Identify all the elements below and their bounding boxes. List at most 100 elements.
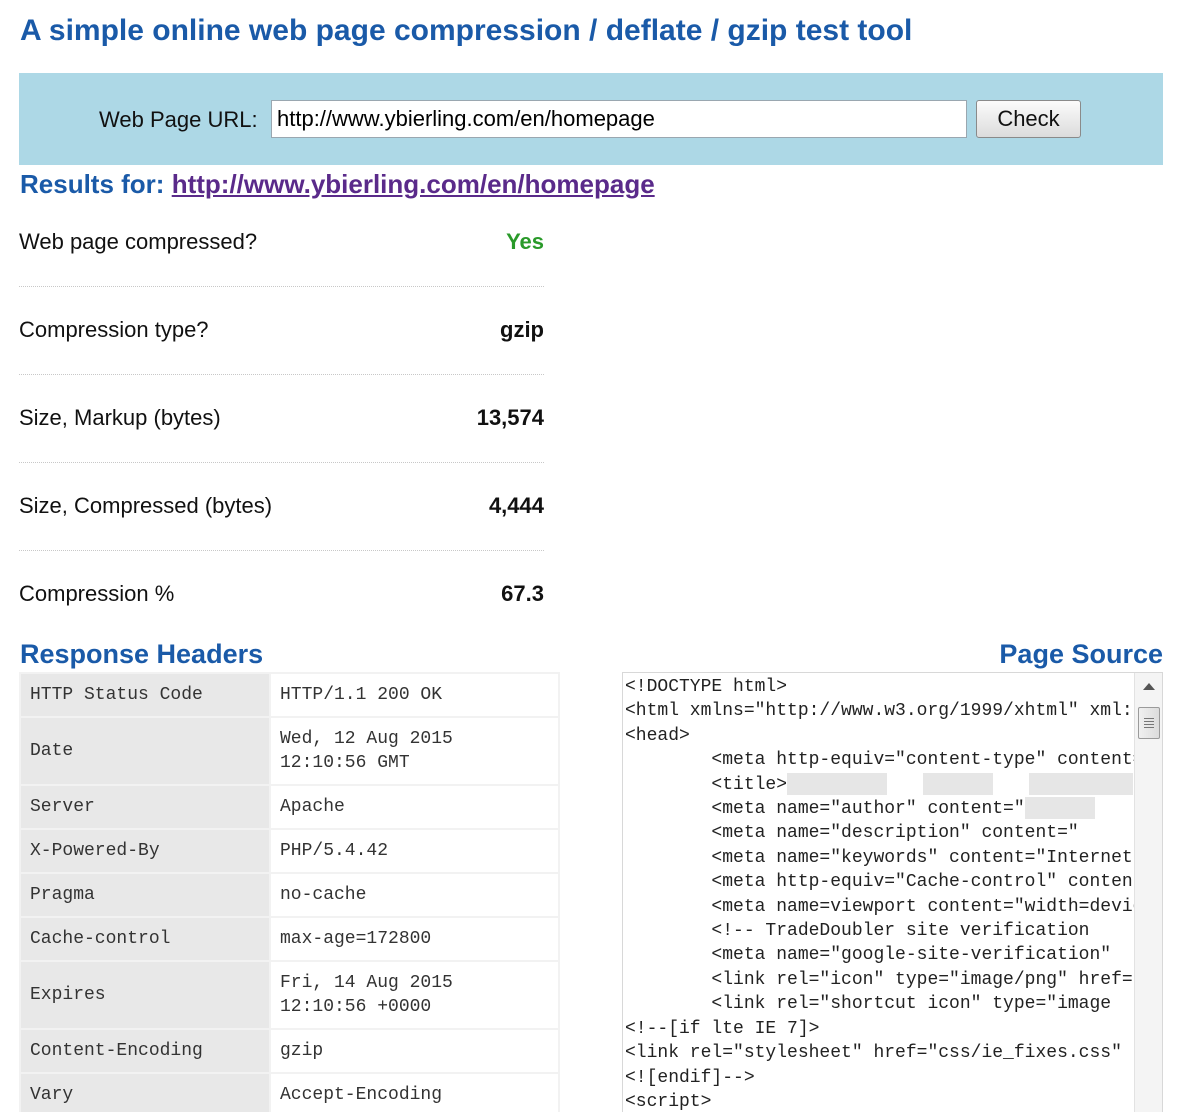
page-source-heading: Page Source <box>999 639 1163 669</box>
results-prefix: Results for: <box>20 169 165 199</box>
header-value: HTTP/1.1 200 OK <box>269 672 560 718</box>
source-line: <meta http-equiv="content-type" content=… <box>625 748 1135 772</box>
source-line: <!-- TradeDoubler site verification <box>625 919 1135 943</box>
header-value: no-cache <box>269 872 560 918</box>
redacted-block <box>787 772 888 795</box>
header-key: X-Powered-By <box>19 828 271 874</box>
header-key: Expires <box>19 960 271 1030</box>
results-url-link[interactable]: http://www.ybierling.com/en/homepage <box>172 169 655 199</box>
header-key: Date <box>19 716 271 786</box>
stat-value: gzip <box>500 317 544 342</box>
vertical-scrollbar[interactable] <box>1134 673 1162 1112</box>
source-line: <link rel="shortcut icon" type="image <box>625 992 1135 1016</box>
source-line: <!--[if lte IE 7]> <box>625 1017 1135 1041</box>
stat-label: Web page compressed? <box>19 229 258 254</box>
header-row: Server Apache <box>19 784 560 830</box>
source-line-text: <head> <box>625 725 690 746</box>
page-title: A simple online web page compression / d… <box>20 14 913 47</box>
url-form: Web Page URL: Check <box>19 73 1163 165</box>
header-row: X-Powered-By PHP/5.4.42 <box>19 828 560 874</box>
stat-label: Size, Markup (bytes) <box>19 405 221 430</box>
stat-row: Web page compressed? Yes <box>19 199 544 287</box>
stat-row: Size, Markup (bytes) 13,574 <box>19 375 544 463</box>
page-source-text[interactable]: <!DOCTYPE html> <html xmlns="http://www.w… <box>625 675 1135 1112</box>
scroll-up-arrow-icon[interactable] <box>1143 683 1155 690</box>
source-line-text: <link rel="icon" type="image/png" href= <box>625 969 1133 990</box>
source-line-text: <meta name="keywords" content="Internet <box>625 847 1133 868</box>
source-line-text: <link rel="stylesheet" href="css/ie_fixe… <box>625 1043 1122 1064</box>
stat-row: Compression type? gzip <box>19 287 544 375</box>
check-button[interactable]: Check <box>976 100 1081 138</box>
header-value: gzip <box>269 1028 560 1074</box>
stat-row: Compression % 67.3 <box>19 551 544 639</box>
source-line: <link rel="icon" type="image/png" href= <box>625 968 1135 992</box>
redacted-block <box>923 772 994 795</box>
redacted-block <box>1029 772 1134 795</box>
scroll-thumb[interactable] <box>1138 707 1160 739</box>
stat-value: 67.3 <box>501 581 544 606</box>
header-key: Cache-control <box>19 916 271 962</box>
source-line: <meta name="author" content=" <box>625 797 1135 821</box>
source-line-text: <!--[if lte IE 7]> <box>625 1018 820 1039</box>
source-line: <title> <box>625 772 1135 797</box>
stat-value: 13,574 <box>476 405 544 430</box>
source-line-text: <title> <box>625 774 788 795</box>
source-line: <head> <box>625 724 1135 748</box>
header-value: Apache <box>269 784 560 830</box>
header-row: Content-Encoding gzip <box>19 1028 560 1074</box>
header-value: PHP/5.4.42 <box>269 828 560 874</box>
source-line-text: <!DOCTYPE html> <box>625 677 788 697</box>
stat-label: Compression % <box>19 581 175 606</box>
source-line: <meta name="description" content=" <box>625 821 1135 845</box>
header-row: Vary Accept-Encoding <box>19 1072 560 1112</box>
results-heading: Results for: http://www.ybierling.com/en… <box>20 169 655 200</box>
header-key: Server <box>19 784 271 830</box>
header-row: HTTP Status Code HTTP/1.1 200 OK <box>19 672 560 718</box>
header-value: Wed, 12 Aug 2015 12:10:56 GMT <box>269 716 560 786</box>
header-value: Accept-Encoding <box>269 1072 560 1112</box>
stat-label: Compression type? <box>19 317 209 342</box>
source-line-text: <link rel="shortcut icon" type="image <box>625 994 1112 1015</box>
stat-value: 4,444 <box>488 493 544 518</box>
source-line-text: <![endif]--> <box>625 1067 755 1088</box>
header-row: Pragma no-cache <box>19 872 560 918</box>
source-line: <html xmlns="http://www.w3.org/1999/xhtm… <box>625 699 1135 723</box>
url-input[interactable] <box>271 100 967 138</box>
source-line-text: <meta name="description" content=" <box>625 823 1079 844</box>
compression-stats: Web page compressed? Yes Compression type?… <box>19 199 544 639</box>
source-line: <meta name="google-site-verification" <box>625 943 1135 967</box>
source-line: <meta name="keywords" content="Internet <box>625 846 1135 870</box>
header-value: Fri, 14 Aug 2015 12:10:56 +0000 <box>269 960 560 1030</box>
source-line-text: <meta name="google-site-verification" <box>625 945 1112 966</box>
source-line-text: <meta name="author" content=" <box>625 799 1025 820</box>
source-line: <meta http-equiv="Cache-control" content… <box>625 870 1135 894</box>
source-line-text: <!-- TradeDoubler site verification <box>625 921 1090 942</box>
source-line: <script> <box>625 1090 1135 1112</box>
source-line-text: <html xmlns="http://www.w3.org/1999/xhtm… <box>625 701 1135 722</box>
source-line: <!DOCTYPE html> <box>625 675 1135 699</box>
response-headers-heading: Response Headers <box>20 639 264 669</box>
source-line: <link rel="stylesheet" href="css/ie_fixe… <box>625 1041 1135 1065</box>
header-row: Cache-control max-age=172800 <box>19 916 560 962</box>
redacted-block <box>1024 797 1095 820</box>
header-key: HTTP Status Code <box>19 672 271 718</box>
stat-label: Size, Compressed (bytes) <box>19 493 273 518</box>
stat-value: Yes <box>506 229 544 254</box>
header-key: Content-Encoding <box>19 1028 271 1074</box>
source-line-text: <meta http-equiv="Cache-control" content… <box>711 872 1135 893</box>
source-line-text: <meta http-equiv="content-type" content=… <box>711 750 1135 771</box>
grip-icon <box>1144 718 1154 728</box>
source-line-text: <script> <box>625 1091 712 1112</box>
header-value: max-age=172800 <box>269 916 560 962</box>
header-key: Vary <box>19 1072 271 1112</box>
response-headers-table: HTTP Status Code HTTP/1.1 200 OK Date Wed, … <box>19 672 560 1112</box>
source-line: <meta name=viewport content="width=devic… <box>625 895 1135 919</box>
source-line: <![endif]--> <box>625 1066 1135 1090</box>
header-row: Expires Fri, 14 Aug 2015 12:10:56 +0000 <box>19 960 560 1030</box>
header-key: Pragma <box>19 872 271 918</box>
stat-row: Size, Compressed (bytes) 4,444 <box>19 463 544 551</box>
url-label: Web Page URL: <box>99 107 258 132</box>
header-row: Date Wed, 12 Aug 2015 12:10:56 GMT <box>19 716 560 786</box>
page-source-box[interactable]: <!DOCTYPE html> <html xmlns="http://www.w… <box>622 672 1163 1112</box>
source-line-text: <meta name=viewport content="width=devic… <box>711 896 1135 917</box>
